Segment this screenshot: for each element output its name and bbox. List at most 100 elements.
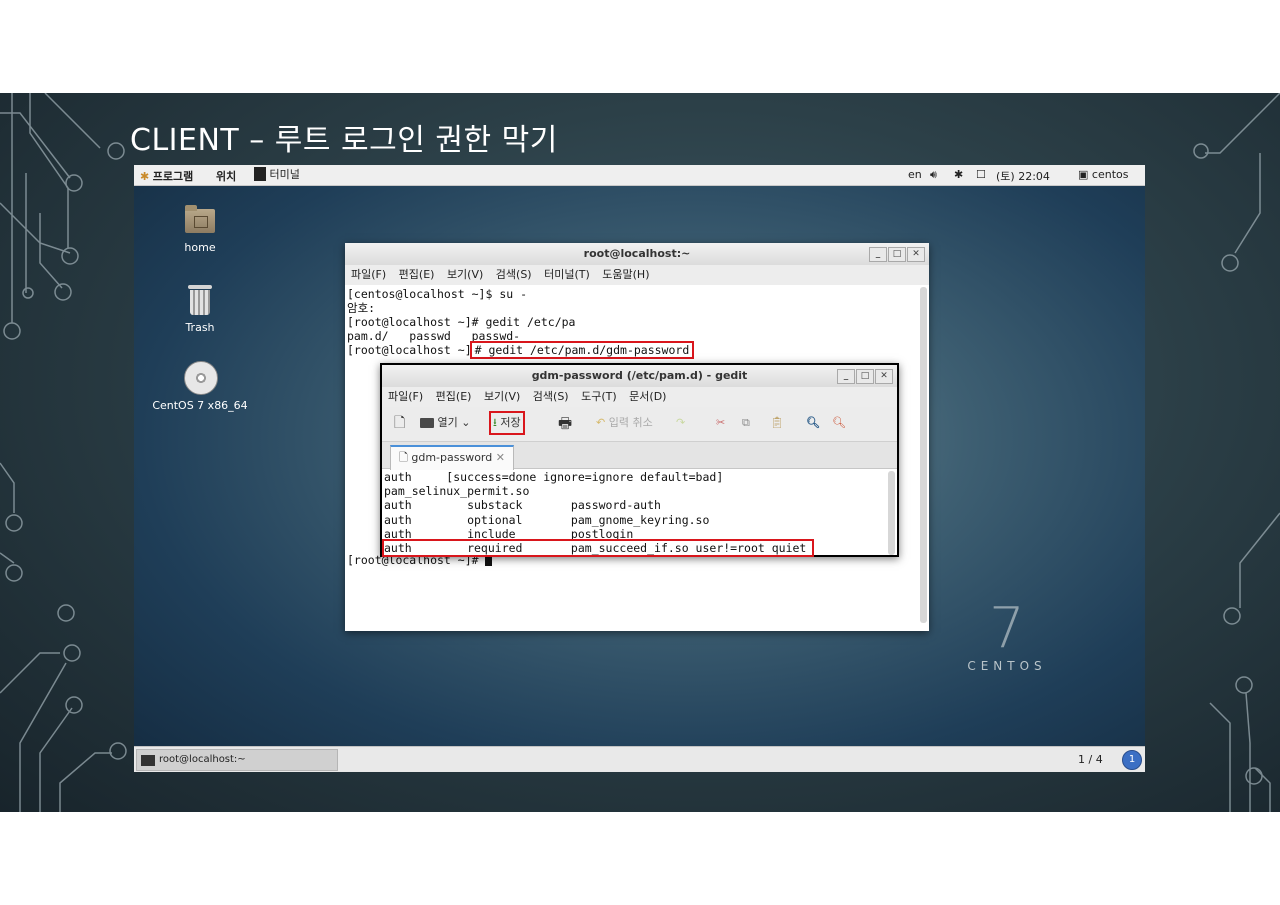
terminal-scrollbar[interactable] xyxy=(920,287,927,623)
user-menu[interactable]: ▣ centos xyxy=(1078,168,1128,181)
bottom-panel: root@localhost:~ 1 / 4 1 xyxy=(134,746,1145,772)
menu-view[interactable]: 보기(V) xyxy=(484,390,520,403)
network-icon[interactable]: ☐ xyxy=(976,168,986,181)
save-button[interactable]: ⭳ 저장 xyxy=(489,411,525,435)
copy-icon: ⧉ xyxy=(742,416,750,429)
tab-label: gdm-password xyxy=(411,451,493,464)
applications-icon: ✱ xyxy=(140,170,150,183)
find-button[interactable]: 🔍︎ xyxy=(806,413,820,433)
desktop-icon-home[interactable]: home xyxy=(140,205,260,254)
applications-menu[interactable]: ✱ 프로그램 xyxy=(140,168,193,184)
close-button[interactable]: ✕ xyxy=(907,247,925,262)
terminal-titlebar[interactable]: root@localhost:~ _ □ ✕ xyxy=(345,243,929,265)
gedit-toolbar: 🗋 열기 ⌄ ⭳ 저장 🖶︎ ↶ 입력 취소 ↷ ✂ ⧉ 📋︎ 🔍︎ 🔍︎ xyxy=(382,407,897,442)
paste-icon: 📋︎ xyxy=(770,416,784,429)
replace-button[interactable]: 🔍︎ xyxy=(832,413,846,433)
menu-documents[interactable]: 문서(D) xyxy=(629,390,666,403)
disc-icon xyxy=(183,361,218,395)
paste-button[interactable]: 📋︎ xyxy=(770,413,784,433)
applications-label: 프로그램 xyxy=(152,170,194,183)
desktop-icon-label: CentOS 7 x86_64 xyxy=(152,399,248,412)
volume-icon[interactable]: 🔊︎ xyxy=(930,168,937,182)
user-label: centos xyxy=(1091,168,1129,181)
print-icon: 🖶︎ xyxy=(558,414,573,432)
menu-tools[interactable]: 도구(T) xyxy=(581,390,617,403)
save-icon: ⭳ xyxy=(493,416,497,429)
language-indicator[interactable]: en xyxy=(908,168,922,181)
close-button[interactable]: ✕ xyxy=(875,369,893,384)
minimize-button[interactable]: _ xyxy=(869,247,887,262)
redo-icon: ↷ xyxy=(676,416,686,429)
clock[interactable]: (토) 22:04 xyxy=(996,168,1050,184)
workspace-indicator[interactable]: 1 / 4 xyxy=(1078,753,1103,766)
menu-file[interactable]: 파일(F) xyxy=(388,390,423,403)
folder-icon xyxy=(420,418,434,428)
code-line: pam_selinux_permit.so xyxy=(384,484,530,499)
terminal-line: [root@localhost ~]# gedit /etc/pa xyxy=(347,315,576,329)
undo-label: 입력 취소 xyxy=(608,416,653,429)
menu-edit[interactable]: 편집(E) xyxy=(436,390,472,403)
print-button[interactable]: 🖶︎ xyxy=(558,413,572,433)
terminal-task-icon xyxy=(141,754,155,766)
menu-search[interactable]: 검색(S) xyxy=(496,268,532,281)
terminal-app-label: 터미널 xyxy=(269,168,300,181)
gedit-titlebar[interactable]: gdm-password (/etc/pam.d) - gedit _ □ ✕ xyxy=(382,365,897,387)
terminal-line: [root@localhost ~] # gedit /etc/pam.d/gdm… xyxy=(347,341,927,359)
cut-button[interactable]: ✂ xyxy=(716,413,725,433)
slide-background: CLIENT – 루트 로그인 권한 막기 ✱ 프로그램 위치 터미널 en 🔊… xyxy=(0,93,1280,812)
terminal-line: 암호: xyxy=(347,301,376,315)
menu-terminal[interactable]: 터미널(T) xyxy=(544,268,590,281)
notification-badge[interactable]: 1 xyxy=(1122,750,1142,770)
menu-help[interactable]: 도움말(H) xyxy=(602,268,649,281)
maximize-button[interactable]: □ xyxy=(888,247,906,262)
menu-view[interactable]: 보기(V) xyxy=(447,268,483,281)
task-label: root@localhost:~ xyxy=(159,754,246,765)
scissors-icon: ✂ xyxy=(716,416,726,429)
watermark-text: CENTOS xyxy=(967,659,1047,673)
terminal-app-icon xyxy=(254,167,266,181)
redo-button[interactable]: ↷ xyxy=(676,413,685,433)
gedit-menubar: 파일(F) 편집(E) 보기(V) 검색(S) 도구(T) 문서(D) xyxy=(382,387,897,407)
tab-gdm-password[interactable]: 🗋 gdm-password ✕ xyxy=(390,445,514,470)
gedit-title: gdm-password (/etc/pam.d) - gedit xyxy=(531,369,748,382)
task-terminal[interactable]: root@localhost:~ xyxy=(136,749,338,771)
terminal-line: [centos@localhost ~]$ su - xyxy=(347,287,528,301)
desktop-icon-dvd[interactable]: CentOS 7 x86_64 xyxy=(140,361,260,412)
open-button[interactable]: 열기 ⌄ xyxy=(420,413,470,433)
desktop-icon-label: home xyxy=(184,241,216,254)
maximize-button[interactable]: □ xyxy=(856,369,874,384)
open-label: 열기 xyxy=(437,416,458,429)
terminal-line: pam.d/ passwd passwd- xyxy=(347,329,521,343)
copy-button[interactable]: ⧉ xyxy=(742,413,750,433)
desktop-icon-trash[interactable]: Trash xyxy=(140,285,260,334)
home-folder-icon xyxy=(183,205,217,235)
centos-watermark: 7 CENTOS xyxy=(962,599,1052,674)
gedit-text-area[interactable]: auth [success=done ignore=ignore default… xyxy=(381,469,897,559)
menu-edit[interactable]: 편집(E) xyxy=(399,268,435,281)
top-panel: ✱ 프로그램 위치 터미널 en 🔊︎ ✱ ☐ (토) 22:04 ▣ cent… xyxy=(134,165,1145,186)
gedit-scrollbar[interactable] xyxy=(888,471,895,555)
close-tab-icon[interactable]: ✕ xyxy=(496,451,505,464)
menu-file[interactable]: 파일(F) xyxy=(351,268,386,281)
code-line: auth optional pam_gnome_keyring.so xyxy=(384,512,710,527)
menu-search[interactable]: 검색(S) xyxy=(533,390,569,403)
terminal-menubar: 파일(F) 편집(E) 보기(V) 검색(S) 터미널(T) 도움말(H) xyxy=(345,265,929,285)
gedit-window[interactable]: gdm-password (/etc/pam.d) - gedit _ □ ✕ … xyxy=(380,363,899,557)
terminal-taskbar-item[interactable]: 터미널 xyxy=(254,166,300,182)
centos-desktop: ✱ 프로그램 위치 터미널 en 🔊︎ ✱ ☐ (토) 22:04 ▣ cent… xyxy=(134,165,1145,772)
code-line-wrapper: auth required pam_succeed_if.so user!=ro… xyxy=(381,538,895,557)
new-file-button[interactable]: 🗋 xyxy=(394,413,405,433)
terminal-title: root@localhost:~ xyxy=(583,247,691,260)
bluetooth-icon[interactable]: ✱ xyxy=(954,168,963,181)
document-icon: 🗋 xyxy=(399,451,408,464)
trash-icon xyxy=(183,285,217,315)
minimize-button[interactable]: _ xyxy=(837,369,855,384)
new-file-icon: 🗋 xyxy=(394,415,406,431)
slide-title: CLIENT – 루트 로그인 권한 막기 xyxy=(130,123,558,158)
code-line: auth include postlogin xyxy=(384,526,634,541)
chevron-down-icon: ⌄ xyxy=(461,416,471,429)
places-menu[interactable]: 위치 xyxy=(216,168,236,184)
desktop-icon-label: Trash xyxy=(185,321,215,334)
undo-button[interactable]: ↶ 입력 취소 xyxy=(596,413,653,433)
code-line: auth substack password-auth xyxy=(384,498,661,513)
